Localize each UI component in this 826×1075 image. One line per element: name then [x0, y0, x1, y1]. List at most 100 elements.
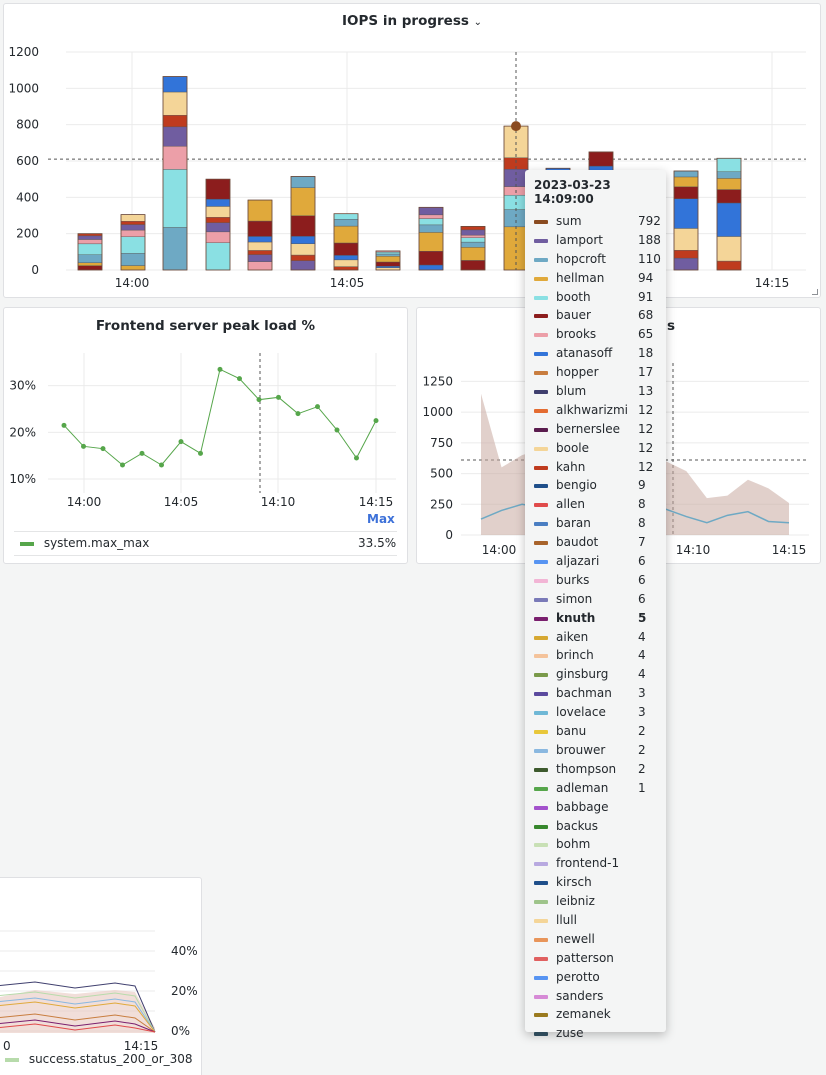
series-value: 7 — [638, 535, 646, 550]
resize-handle[interactable] — [812, 289, 818, 295]
tooltip-row: burks 6 — [534, 571, 657, 590]
series-name: baudot — [556, 535, 599, 550]
tooltip-row: sum 792 — [534, 212, 661, 231]
x-tick-label: 14:00 — [115, 276, 150, 290]
tooltip-row: blum 13 — [534, 382, 657, 401]
bar-segment — [673, 228, 699, 251]
bar-segment — [333, 219, 359, 227]
bar-segment — [460, 241, 486, 248]
series-swatch — [534, 975, 548, 980]
bar-segment — [460, 247, 486, 261]
bar-segment — [120, 224, 146, 231]
series-name: thompson — [556, 761, 617, 776]
y-tick-label: 40% — [171, 944, 198, 958]
series-name: zuse — [556, 1026, 584, 1041]
tooltip-row: brouwer 2 — [534, 741, 657, 760]
series-value: 2 — [638, 761, 646, 776]
series-value: 65 — [638, 327, 654, 342]
bar-segment — [120, 265, 146, 271]
tooltip-row: kirsch — [534, 873, 657, 892]
y-tick-label: 400 — [16, 190, 39, 204]
series-value: 6 — [638, 554, 646, 569]
series-value: 12 — [638, 440, 654, 455]
series-name: bernerslee — [556, 421, 620, 436]
legend-max-header[interactable]: Max — [367, 512, 395, 526]
series-name: alkhwarizmi — [556, 402, 628, 417]
x-tick-label: 14:15 — [772, 543, 807, 557]
data-point — [354, 455, 359, 461]
series-name: aiken — [556, 629, 589, 644]
tooltip-row: bachman 3 — [534, 684, 657, 703]
y-tick-label: 0 — [445, 528, 453, 542]
bar-segment — [247, 199, 273, 222]
bar-segment — [290, 243, 316, 256]
legend-swatch — [5, 1057, 19, 1062]
y-tick-label: 500 — [430, 467, 453, 481]
bar-segment — [375, 251, 401, 255]
series-value: 3 — [638, 686, 646, 701]
series-swatch — [534, 446, 548, 451]
bar-segment — [673, 186, 699, 199]
bar-segment — [716, 202, 742, 237]
data-point — [373, 418, 379, 424]
bar-segment — [460, 234, 486, 238]
tooltip-row: zuse — [534, 1024, 657, 1043]
series-swatch — [534, 220, 548, 224]
x-tick-label: 14:15 — [359, 495, 394, 509]
bar-segment — [333, 259, 359, 267]
tooltip-row: allen 8 — [534, 495, 657, 514]
tooltip-row: hellman 94 — [534, 269, 657, 288]
series-name: atanasoff — [556, 346, 613, 361]
frontend-load-panel: Frontend server peak load % 30% 20% 10% 14:… — [3, 307, 408, 564]
series-swatch — [534, 843, 548, 848]
bar-segment — [716, 260, 742, 271]
series-swatch — [534, 1032, 548, 1037]
series-swatch — [534, 956, 548, 961]
x-tick-label: 14:05 — [330, 276, 365, 290]
tooltip-row: boole 12 — [534, 439, 657, 458]
band-area — [0, 990, 155, 1033]
series-value: 18 — [638, 346, 654, 361]
legend-item[interactable]: system.max_max — [20, 536, 149, 550]
bar-segment — [460, 226, 486, 231]
series-value: 68 — [638, 308, 654, 323]
series-swatch — [534, 352, 548, 357]
y-tick-label: 200 — [16, 227, 39, 241]
iops-panel: IOPS in progress ⌄ 1200 1000 800 600 400 200 0… — [3, 3, 821, 298]
data-point — [295, 411, 301, 417]
bar-segment — [120, 236, 146, 254]
status-chart: 40% 20% 0% 0 14:15 — [0, 930, 198, 1053]
bar-segment — [716, 178, 742, 190]
series-swatch — [534, 276, 548, 281]
series-swatch — [534, 257, 548, 262]
bar-segment — [205, 222, 231, 233]
tooltip-row: leibniz — [534, 892, 657, 911]
series-swatch — [534, 730, 548, 735]
legend-divider-bottom — [14, 555, 397, 556]
bar-segment — [333, 266, 359, 271]
bar-segment — [588, 151, 614, 167]
bar-segment — [290, 254, 316, 261]
legend-item[interactable]: success.status_200_or_308 — [5, 1052, 193, 1066]
series-swatch — [534, 635, 548, 640]
tooltip-row: kahn 12 — [534, 458, 657, 477]
bar-segment — [290, 176, 316, 188]
series-name: sanders — [556, 988, 604, 1003]
series-name: backus — [556, 818, 599, 833]
series-value: 17 — [638, 365, 654, 380]
series-value: 8 — [638, 516, 646, 531]
load-chart: 30% 20% 10% 14:00 14:05 14:10 14:15 — [9, 353, 396, 509]
y-tick-label: 1000 — [422, 405, 453, 419]
bar-segment — [673, 257, 699, 271]
series-swatch — [534, 862, 548, 867]
series-swatch — [534, 767, 548, 772]
series-name: brouwer — [556, 742, 606, 757]
tooltip-row: bohm — [534, 835, 657, 854]
series-value: 2 — [638, 724, 646, 739]
bar-segment — [120, 221, 146, 225]
tooltip-row: brinch 4 — [534, 646, 657, 665]
series-name: aljazari — [556, 554, 600, 569]
series-swatch — [534, 786, 548, 791]
data-point — [159, 462, 164, 468]
data-point — [276, 394, 281, 400]
